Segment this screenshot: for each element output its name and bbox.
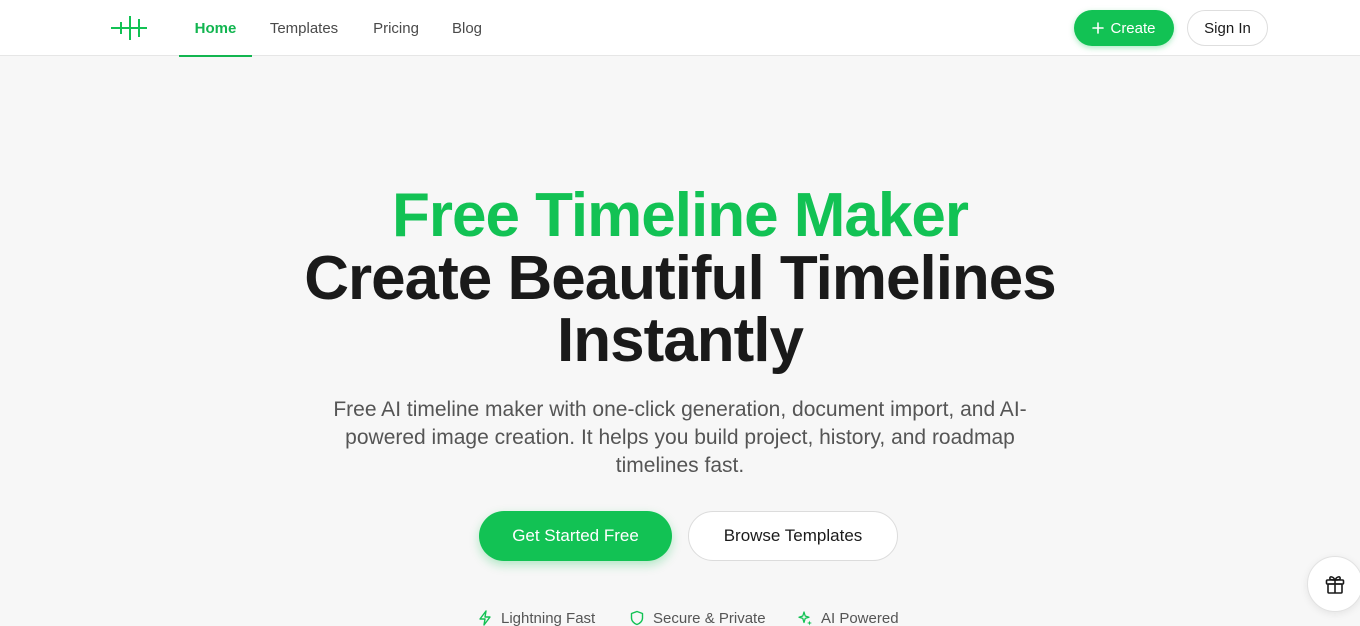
get-started-button[interactable]: Get Started Free [479,511,672,561]
hero-title-line-2: Create Beautiful Timelines [304,244,1057,313]
browse-templates-button[interactable]: Browse Templates [688,511,898,561]
shield-icon [630,610,644,626]
lightning-icon [479,610,491,626]
feature-secure-private: Secure & Private [629,606,766,626]
sign-in-button[interactable]: Sign In [1187,10,1268,46]
nav-home[interactable]: Home [179,0,252,57]
nav-blog[interactable]: Blog [436,0,498,56]
hero-title-line-3: Instantly [557,306,804,375]
gift-button[interactable] [1307,556,1360,612]
feature-label: AI Powered [821,609,899,626]
browse-templates-label: Browse Templates [723,526,863,545]
create-button[interactable]: Create [1074,10,1174,46]
hero-title-secondary: Create Beautiful Timelines Instantly [0,248,1360,372]
feature-label: Lightning Fast [501,609,596,626]
get-started-label: Get Started Free [512,526,639,545]
logo-icon[interactable] [110,14,148,42]
nav-pricing[interactable]: Pricing [356,0,436,56]
nav-templates[interactable]: Templates [252,0,356,56]
create-button-label: Create [1110,19,1156,37]
sign-in-label: Sign In [1204,19,1251,37]
main-nav: Home Templates Pricing Blog [179,0,498,57]
feature-lightning-fast: Lightning Fast [477,606,595,626]
feature-label: Secure & Private [653,609,766,626]
hero-title-primary: Free Timeline Maker [391,181,969,250]
hero-subtitle: Free AI timeline maker with one-click ge… [333,398,1027,477]
feature-ai-powered: AI Powered [797,606,899,626]
plus-icon [1092,22,1105,34]
sparkles-icon [798,611,812,626]
top-navbar: Home Templates Pricing Blog Create Sign … [0,0,1360,57]
gift-icon [1325,576,1345,594]
